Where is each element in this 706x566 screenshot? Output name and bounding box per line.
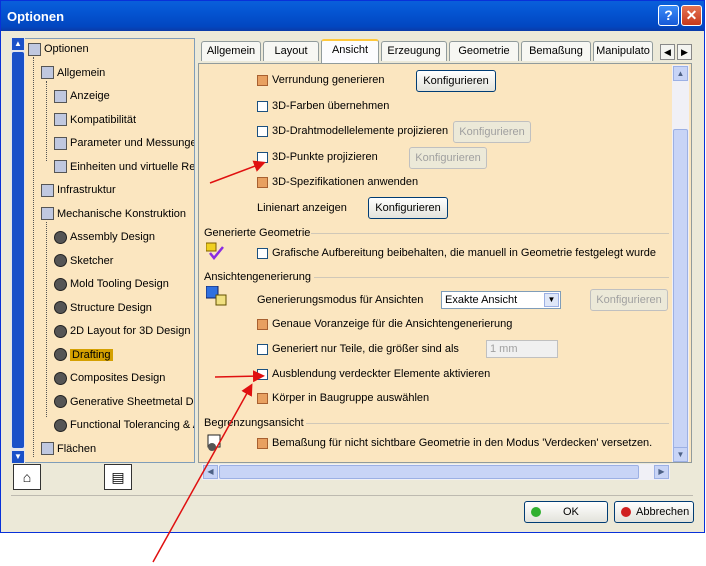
annotation-arrow — [214, 370, 265, 383]
annotation-arrow — [152, 383, 253, 563]
annotation-arrow — [209, 160, 266, 184]
annotation-arrows — [152, 160, 266, 563]
